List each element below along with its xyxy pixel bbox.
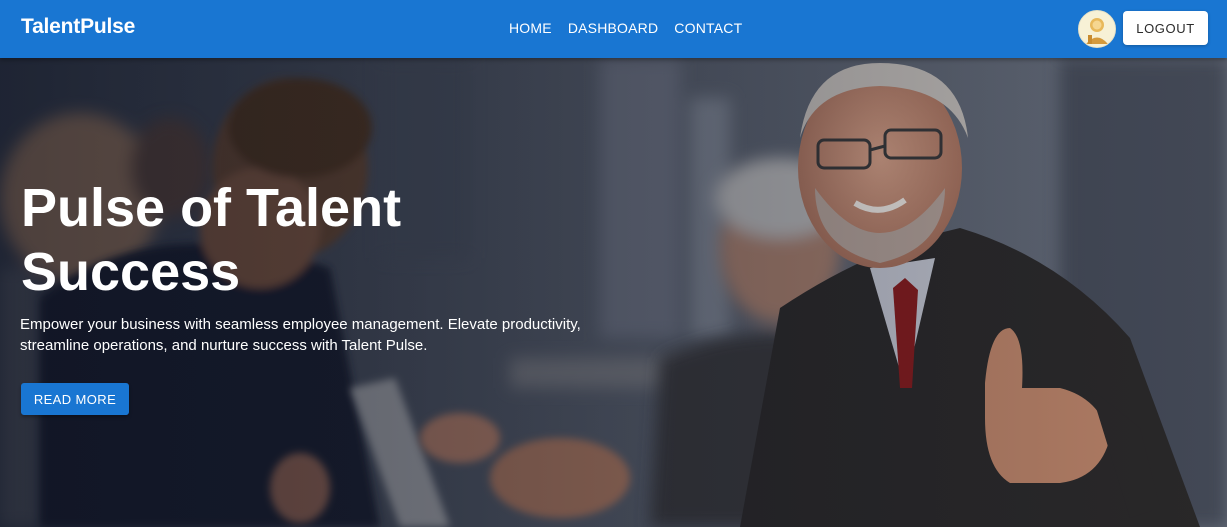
brand-logo[interactable]: TalentPulse <box>21 15 135 39</box>
user-avatar-icon <box>1079 11 1115 47</box>
nav-home-link[interactable]: HOME <box>509 20 552 36</box>
top-navbar: TalentPulse HOME DASHBOARD CONTACT LOGOU… <box>0 0 1227 58</box>
nav-links: HOME DASHBOARD CONTACT <box>509 20 742 36</box>
logout-button[interactable]: LOGOUT <box>1123 11 1208 45</box>
read-more-button[interactable]: READ MORE <box>21 383 129 415</box>
hero-title: Pulse of Talent Success <box>21 178 402 302</box>
nav-contact-link[interactable]: CONTACT <box>674 20 742 36</box>
hero-description: Empower your business with seamless empl… <box>20 316 581 354</box>
nav-dashboard-link[interactable]: DASHBOARD <box>568 20 658 36</box>
hero-section: Pulse of Talent Success Empower your bus… <box>0 58 1227 527</box>
user-avatar[interactable] <box>1078 10 1116 48</box>
